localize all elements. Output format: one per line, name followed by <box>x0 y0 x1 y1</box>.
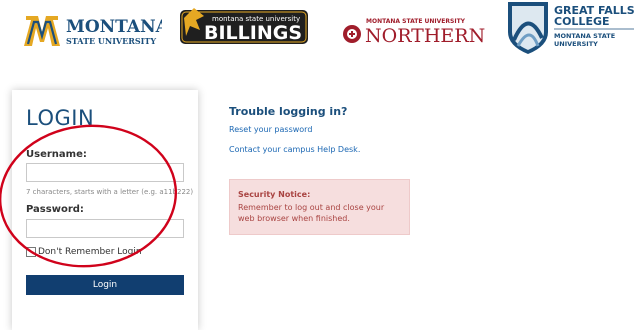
trouble-title: Trouble logging in? <box>229 105 348 118</box>
username-hint: 7 characters, starts with a letter (e.g.… <box>26 188 194 196</box>
header-logos: MONTANA STATE UNIVERSITY montana state u… <box>0 0 637 62</box>
gfc-logo-line2: COLLEGE <box>554 15 610 28</box>
reset-password-link[interactable]: Reset your password <box>229 125 312 134</box>
security-notice: Security Notice: Remember to log out and… <box>229 179 410 235</box>
login-button[interactable]: Login <box>26 275 184 295</box>
msu-logo-line1: MONTANA <box>66 17 162 37</box>
billings-logo: montana state university BILLINGS <box>180 8 308 44</box>
msu-logo-line2: STATE UNIVERSITY <box>66 36 156 46</box>
password-input[interactable] <box>26 219 184 238</box>
remember-login-label: Don't Remember Login <box>38 247 142 257</box>
username-label: Username: <box>26 149 87 160</box>
gfc-logo-line4: UNIVERSITY <box>554 40 598 48</box>
checkbox-icon[interactable] <box>26 247 36 257</box>
security-notice-body: Remember to log out and close your web b… <box>238 203 385 223</box>
username-input[interactable] <box>26 163 184 182</box>
login-panel: LOGIN Username: 7 characters, starts wit… <box>12 90 198 330</box>
msu-logo: MONTANA STATE UNIVERSITY <box>24 16 162 46</box>
billings-logo-line2: BILLINGS <box>204 22 302 44</box>
gfc-logo-line3: MONTANA STATE <box>554 32 615 40</box>
gfc-logo: GREAT FALLS COLLEGE MONTANA STATE UNIVER… <box>508 2 635 54</box>
help-desk-link[interactable]: Contact your campus Help Desk. <box>229 145 360 154</box>
northern-logo: MONTANA STATE UNIVERSITY NORTHERN <box>343 18 485 47</box>
northern-logo-line1: MONTANA STATE UNIVERSITY <box>366 18 466 25</box>
northern-logo-line2: NORTHERN <box>365 25 485 47</box>
login-title: LOGIN <box>26 106 95 130</box>
remember-login-checkbox[interactable]: Don't Remember Login <box>26 247 142 257</box>
password-label: Password: <box>26 204 84 215</box>
security-notice-title: Security Notice: <box>238 190 311 199</box>
